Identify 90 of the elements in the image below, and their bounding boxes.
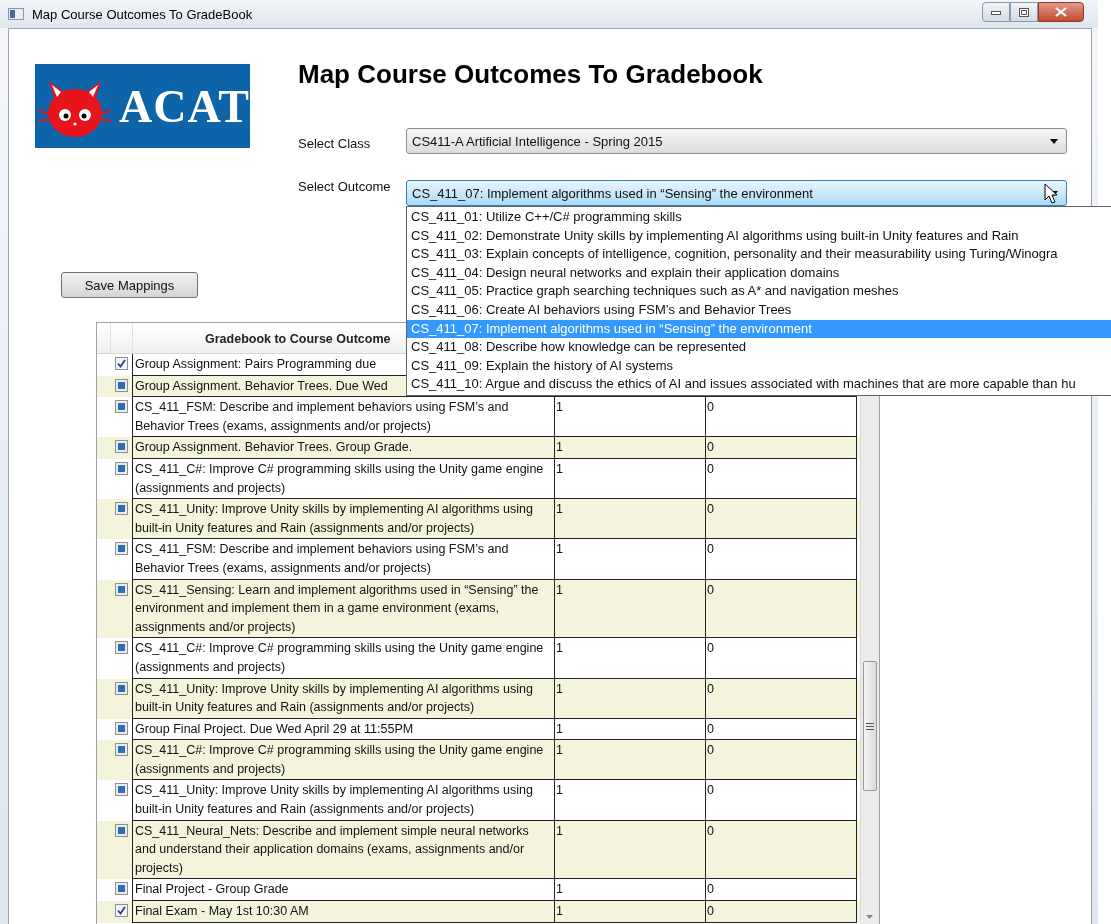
dropdown-option[interactable]: CS_411_08: Describe how knowledge can be represented	[407, 338, 1111, 357]
checkbox[interactable]	[114, 641, 128, 655]
table-cell: Final Project - Group Grade	[135, 882, 289, 897]
dropdown-arrow-icon	[1050, 138, 1058, 144]
close-icon	[1055, 7, 1067, 17]
dropdown-option[interactable]: CS_411_06: Create AI behaviors using FSM’s and Behavior Trees	[407, 300, 1111, 320]
table-cell: CS_411_Unity: Improve Unity skills by implementing AI algorithms using built-in Unity features and Rain (assignments and/or projects)	[135, 783, 533, 817]
table-cell: 1	[556, 882, 563, 897]
cursor-icon	[1044, 183, 1060, 205]
app-icon	[8, 8, 24, 20]
save-button[interactable]: Save Mappings	[61, 272, 198, 298]
checkbox[interactable]	[114, 783, 128, 797]
table-cell: 1	[556, 823, 563, 838]
dropdown-option[interactable]: CS_411_05: Practice graph searching techniques such as A* and navigation meshes	[407, 282, 1111, 301]
checkbox[interactable]	[114, 461, 128, 475]
scrollbar-thumb[interactable]	[863, 661, 877, 791]
table-cell: 1	[556, 400, 563, 415]
table-cell: 0	[707, 400, 714, 415]
logo-text: ACAT	[119, 79, 250, 133]
checkbox[interactable]	[114, 502, 128, 516]
table-cell: 0	[707, 461, 714, 476]
field-label: Select Outcome	[298, 179, 391, 194]
table-cell: Final Exam - May 1st 10:30 AM	[135, 904, 309, 919]
table-cell: 0	[707, 882, 714, 897]
maximize-button[interactable]	[1010, 2, 1038, 22]
grip-icon	[866, 722, 874, 730]
dropdown-option[interactable]: CS_411_09: Explain the history of AI systems	[407, 356, 1111, 376]
table-cell: 0	[707, 721, 714, 736]
page-heading: Map Course Outcomes To Gradebook	[298, 59, 763, 90]
checkbox[interactable]	[114, 823, 128, 837]
checkbox[interactable]	[114, 378, 128, 392]
table-cell: Group Assignment. Behavior Trees. Group Grade.	[135, 440, 413, 455]
table-cell: 1	[556, 904, 563, 919]
checkbox[interactable]	[114, 440, 128, 454]
table-cell: 0	[707, 904, 714, 919]
checkbox[interactable]	[114, 882, 128, 896]
table-cell: CS_411_Unity: Improve Unity skills by implementing AI algorithms using built-in Unity features and Rain (assignments and/or projects)	[135, 502, 533, 535]
table-cell: 1	[556, 582, 563, 597]
table-cell: CS_411_FSM: Describe and implement behaviors using FSM’s and Behavior Trees (exams, assignments and/or projects)	[135, 542, 509, 575]
table-cell: CS_411_FSM: Describe and implement behaviors using FSM’s and Behavior Trees (exams, assignments and/or projects)	[135, 400, 509, 433]
table-cell: 1	[556, 440, 563, 455]
table-cell: 0	[707, 783, 714, 798]
field-label: Select Class	[298, 136, 371, 151]
table-cell: 1	[556, 681, 563, 696]
table-cell: 0	[707, 582, 714, 597]
checkbox[interactable]	[114, 904, 128, 918]
table-cell: CS_411_Neural_Nets: Describe and implement simple neural networks and understand their application domains (exams, assignments and/or projects)	[135, 823, 529, 875]
dropdown[interactable]: CS_411_07: Implement algorithms used in “Sensing” the environment	[406, 180, 1067, 206]
checkbox[interactable]	[114, 400, 128, 414]
dropdown-option[interactable]: CS_411_10: Argue and discuss the ethics of AI and issues associated with machines that are more capable than hu	[407, 375, 1111, 394]
table-cell: 1	[556, 502, 563, 517]
checkbox[interactable]	[114, 743, 128, 757]
table-cell: 0	[707, 681, 714, 696]
dropdown-option[interactable]: CS_411_03: Explain concepts of intelligence, cognition, personality and their measurability using Turing/Winogra	[407, 245, 1111, 264]
table-cell: 1	[556, 783, 563, 798]
table-cell: CS_411_Sensing: Learn and implement algorithms used in “Sensing” the environment and implement them in a game environment (exams, assignments and/or projects)	[135, 582, 539, 634]
checkbox[interactable]	[114, 681, 128, 695]
window-title: Map Course Outcomes To GradeBook	[32, 6, 253, 22]
table-cell: CS_411_C#: Improve C# programming skills using the Unity game engine (assignments and projects)	[135, 641, 544, 674]
checkbox[interactable]	[114, 542, 128, 556]
dropdown-option[interactable]: CS_411_01: Utilize C++/C# programming skills	[407, 208, 1111, 227]
table-cell: 0	[707, 502, 714, 517]
checkbox[interactable]	[114, 357, 128, 370]
table-cell: 0	[707, 440, 714, 455]
scroll-down-icon[interactable]	[866, 915, 873, 919]
table-cell: 1	[556, 721, 563, 736]
table-cell: 1	[556, 641, 563, 656]
table-cell: 0	[707, 542, 714, 557]
minimize-button[interactable]	[982, 2, 1010, 22]
dropdown[interactable]: CS411-A Artificial Intelligence - Spring 2015	[406, 128, 1067, 154]
checkbox[interactable]	[114, 582, 128, 596]
dropdown-option[interactable]: CS_411_02: Demonstrate Unity skills by implementing AI algorithms using built-in Unity features and Rain	[407, 226, 1111, 246]
table-cell: 1	[556, 461, 563, 476]
table-cell: CS_411_Unity: Improve Unity skills by implementing AI algorithms using built-in Unity features and Rain (assignments and/or projects)	[135, 681, 533, 715]
table-cell: 1	[556, 743, 563, 758]
maximize-icon	[1019, 7, 1029, 17]
table-cell: 0	[707, 823, 714, 838]
table-cell: CS_411_C#: Improve C# programming skills using the Unity game engine (assignments and projects)	[135, 461, 544, 495]
table-cell: 1	[556, 542, 563, 557]
table-cell: Group Final Project. Due Wed April 29 at 11:55PM	[135, 721, 414, 736]
close-button[interactable]	[1038, 2, 1084, 22]
table-cell: CS_411_C#: Improve C# programming skills using the Unity game engine (assignments and projects)	[135, 743, 544, 776]
column-header[interactable]: Gradebook to Course Outcome	[205, 332, 391, 346]
table-cell: Group Assignment. Behavior Trees. Due Wed	[135, 378, 388, 393]
table-cell: 0	[707, 743, 714, 758]
table-cell: 0	[707, 641, 714, 656]
table-cell: Group Assignment: Pairs Programming due	[135, 357, 377, 371]
minimize-icon	[991, 9, 1001, 15]
checkbox[interactable]	[114, 721, 128, 735]
dropdown-option[interactable]: CS_411_04: Design neural networks and explain their application domains	[407, 263, 1111, 283]
